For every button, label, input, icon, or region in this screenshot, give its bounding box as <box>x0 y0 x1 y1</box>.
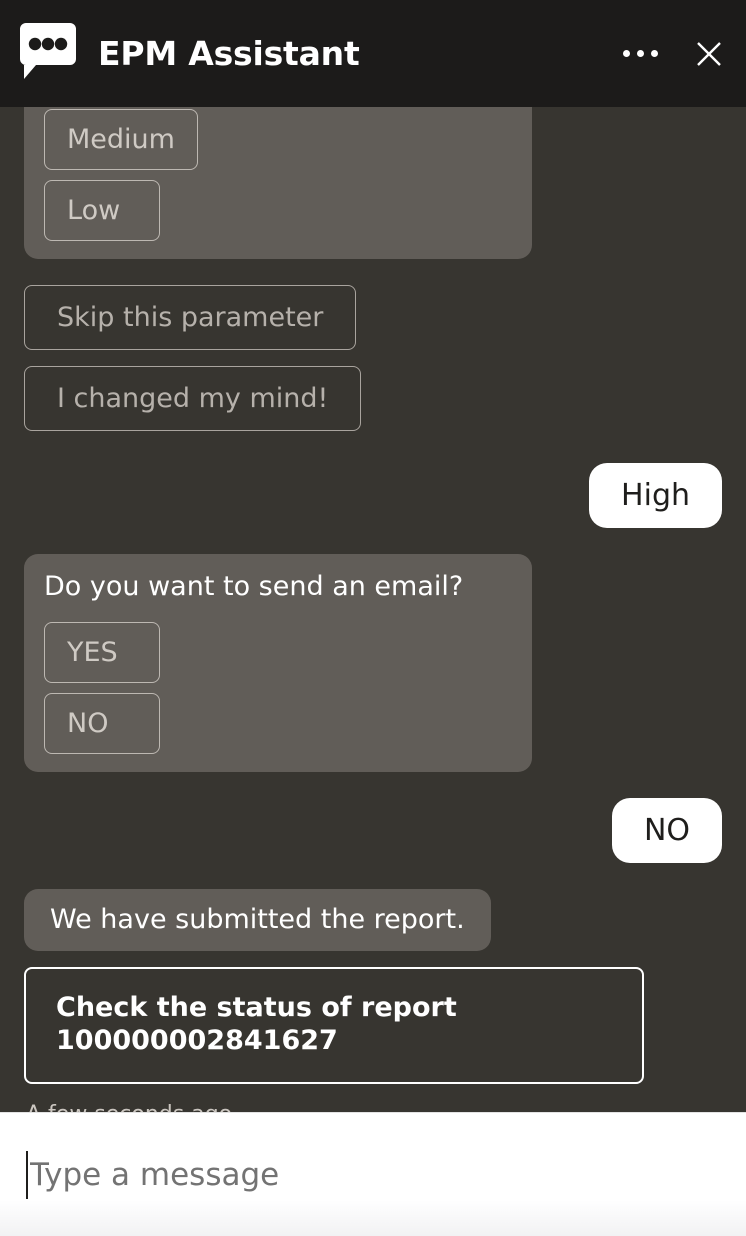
message-input[interactable] <box>28 1145 746 1204</box>
epm-assistant-window: EPM Assistant Medium Low Skip this param… <box>0 0 746 1236</box>
message-row-user-no: NO <box>24 797 722 863</box>
header-actions <box>623 39 722 69</box>
choice-button-no[interactable]: NO <box>44 692 160 754</box>
bot-message-text: We have submitted the report. <box>50 903 465 935</box>
message-row-user-high: High <box>24 463 722 528</box>
action-card-line-1: Check the status of report <box>56 991 457 1023</box>
choice-button-yes[interactable]: YES <box>44 621 160 683</box>
close-icon[interactable] <box>696 41 722 67</box>
quick-reply-skip-this-parameter[interactable]: Skip this parameter <box>24 285 357 350</box>
composer-field <box>26 1145 746 1204</box>
chat-bubble-icon <box>18 22 78 85</box>
bot-message-text: Do you want to send an email? <box>44 571 464 602</box>
window-header: EPM Assistant <box>0 0 746 107</box>
action-card-line-2: 100000002841627 <box>56 1025 338 1057</box>
message-row-bot-priority: Medium Low <box>24 107 722 259</box>
choice-button-low[interactable]: Low <box>44 180 160 241</box>
bot-message-bubble: We have submitted the report. <box>24 888 491 951</box>
bot-message-bubble: Do you want to send an email? YES NO <box>24 554 532 772</box>
user-message-bubble: NO <box>611 797 722 863</box>
message-row-skip-parameter: Skip this parameter <box>24 285 722 366</box>
user-message-bubble: High <box>589 463 722 528</box>
message-timestamp: A few seconds ago <box>26 1102 722 1112</box>
check-report-status-card[interactable]: Check the status of report 1000000028416… <box>24 966 644 1084</box>
message-composer <box>0 1112 746 1236</box>
more-options-icon[interactable] <box>623 39 658 69</box>
page-title: EPM Assistant <box>98 34 360 73</box>
message-row-bot-email-question: Do you want to send an email? YES NO <box>24 554 722 772</box>
quick-reply-i-changed-my-mind[interactable]: I changed my mind! <box>24 366 362 431</box>
choice-button-medium[interactable]: Medium <box>44 109 198 170</box>
message-row-changed-mind: I changed my mind! <box>24 366 722 447</box>
dots-glyph <box>623 39 658 69</box>
chat-transcript[interactable]: Medium Low Skip this parameter I changed… <box>0 107 746 1112</box>
message-row-action-card: Check the status of report 1000000028416… <box>24 966 722 1084</box>
message-row-bot-submitted: We have submitted the report. <box>24 888 722 951</box>
composer-footer-bar <box>0 1200 746 1236</box>
bot-message-bubble: Medium Low <box>24 107 532 259</box>
